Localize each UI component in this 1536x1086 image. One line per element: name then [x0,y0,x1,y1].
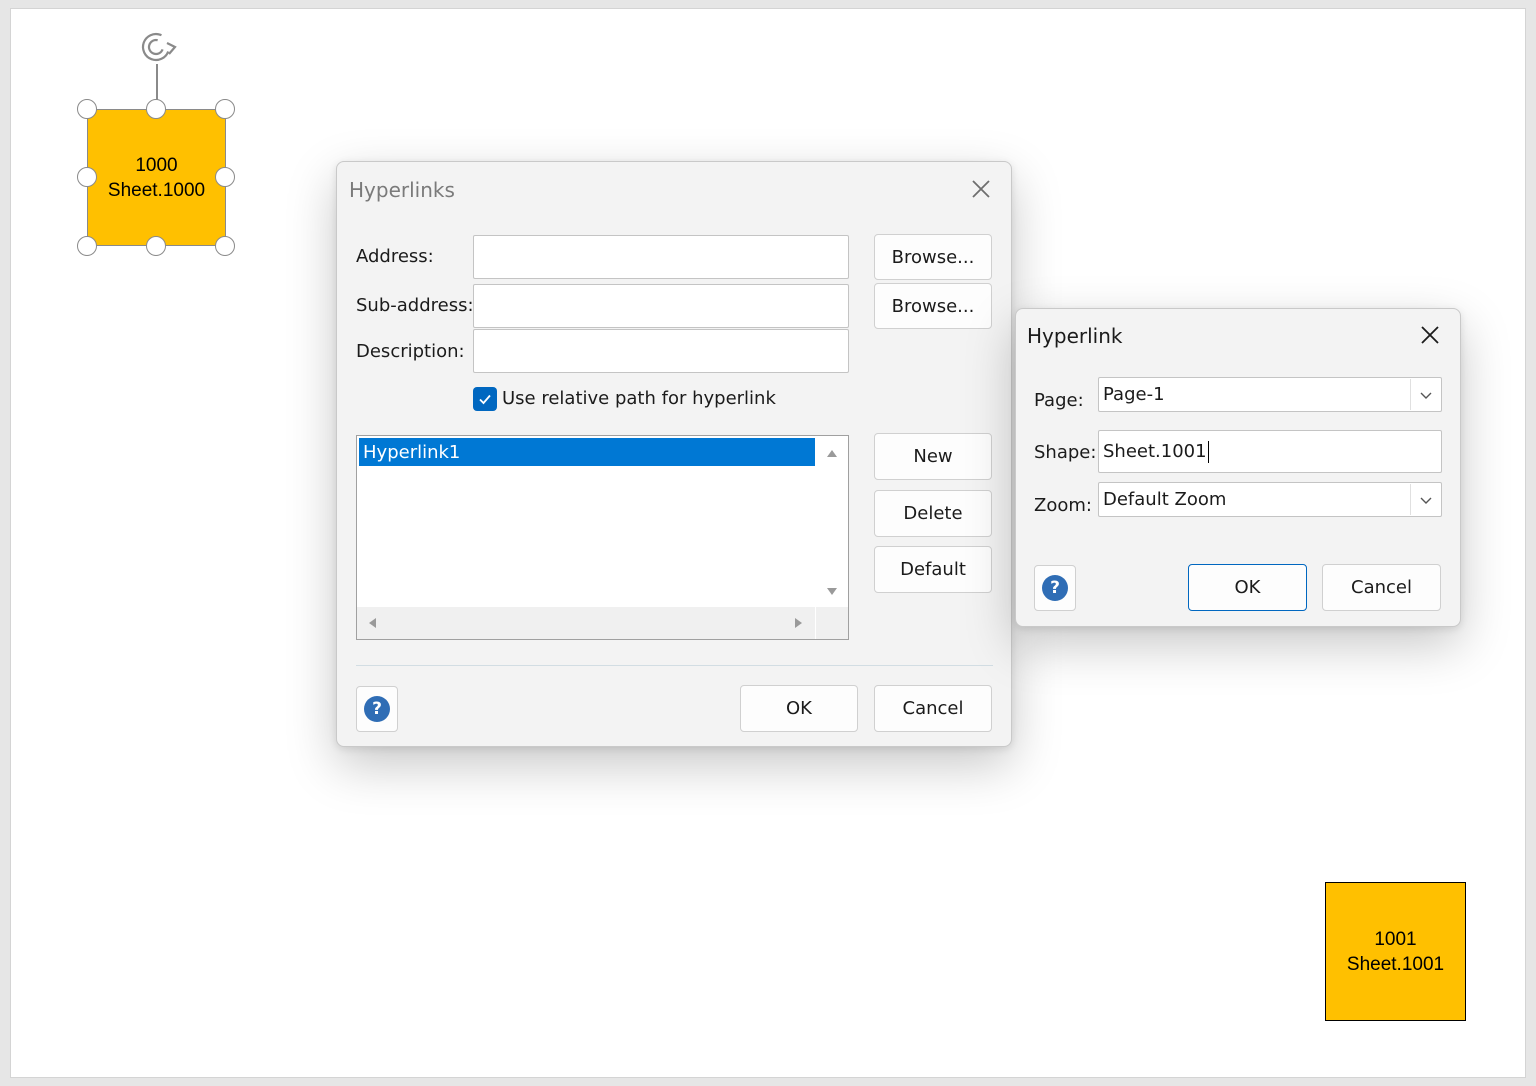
ok-button[interactable]: OK [740,685,858,732]
scroll-corner [816,607,848,639]
shape-input[interactable]: Sheet.1001 [1098,430,1442,473]
resize-handle-right[interactable] [215,167,235,187]
subaddress-label: Sub-address: [356,295,474,316]
resize-handle-bottom[interactable] [146,236,166,256]
resize-handle-top-left[interactable] [77,99,97,119]
resize-handle-bottom-right[interactable] [215,236,235,256]
browse-address-button[interactable]: Browse... [874,234,992,280]
scroll-right-arrow-icon[interactable] [795,618,802,628]
page-select-value: Page-1 [1103,384,1165,405]
resize-handle-bottom-left[interactable] [77,236,97,256]
cancel-button[interactable]: Cancel [1322,564,1441,611]
zoom-select[interactable]: Default Zoom [1098,482,1442,517]
subaddress-input[interactable] [473,284,849,328]
delete-button[interactable]: Delete [874,490,992,537]
rotate-icon[interactable] [136,27,184,69]
help-icon: ? [364,696,390,722]
hyperlinks-dialog: Hyperlinks Address: Browse... Sub-addres… [336,161,1012,747]
dialog-separator [356,665,993,666]
ok-button[interactable]: OK [1188,564,1307,611]
rotation-connector [156,64,158,101]
chevron-down-icon [1420,497,1431,504]
new-button[interactable]: New [874,433,992,480]
close-icon[interactable] [968,176,994,202]
shape-sheet-1001[interactable]: 1001 Sheet.1001 [1325,882,1466,1021]
cancel-button[interactable]: Cancel [874,685,992,732]
horizontal-scrollbar[interactable] [357,607,815,639]
hyperlink-dialog: Hyperlink Page: Page-1 Shape: Sheet.1001… [1015,308,1461,627]
vertical-scrollbar[interactable] [816,436,848,607]
relative-path-checkbox[interactable] [473,387,497,411]
shape-sheet-1000[interactable]: 1000 Sheet.1000 [87,109,226,246]
hyperlink-dialog-title: Hyperlink [1027,324,1123,348]
page-select[interactable]: Page-1 [1098,377,1442,412]
help-button[interactable]: ? [356,686,398,732]
shape-1001-name: Sheet.1001 [1346,953,1445,975]
close-icon[interactable] [1417,322,1443,348]
zoom-label: Zoom: [1034,495,1092,516]
page-label: Page: [1034,390,1084,411]
resize-handle-left[interactable] [77,167,97,187]
list-item[interactable]: Hyperlink1 [359,438,815,466]
scroll-down-arrow-icon[interactable] [827,588,837,595]
help-button[interactable]: ? [1034,565,1076,611]
scroll-left-arrow-icon[interactable] [369,618,376,628]
description-label: Description: [356,341,465,362]
shape-1000-id: 1000 [135,154,178,176]
shape-label: Shape: [1034,442,1097,463]
default-button[interactable]: Default [874,546,992,593]
checkmark-icon [479,394,491,405]
address-input[interactable] [473,235,849,279]
chevron-down-icon [1420,392,1431,399]
relative-path-label[interactable]: Use relative path for hyperlink [502,388,776,409]
shape-1000-name: Sheet.1000 [107,179,206,201]
hyperlink-list[interactable]: Hyperlink1 [356,435,849,640]
description-input[interactable] [473,329,849,373]
zoom-dropdown-button[interactable] [1410,484,1440,515]
shape-1001-id: 1001 [1374,928,1417,950]
shape-input-value: Sheet.1001 [1103,441,1207,462]
page-dropdown-button[interactable] [1410,379,1440,410]
resize-handle-top-right[interactable] [215,99,235,119]
zoom-select-value: Default Zoom [1103,489,1227,510]
help-icon: ? [1042,575,1068,601]
text-caret [1207,440,1210,463]
scroll-up-arrow-icon[interactable] [827,450,837,457]
browse-subaddress-button[interactable]: Browse... [874,283,992,329]
resize-handle-top[interactable] [146,99,166,119]
hyperlinks-dialog-title: Hyperlinks [349,178,455,202]
address-label: Address: [356,246,434,267]
